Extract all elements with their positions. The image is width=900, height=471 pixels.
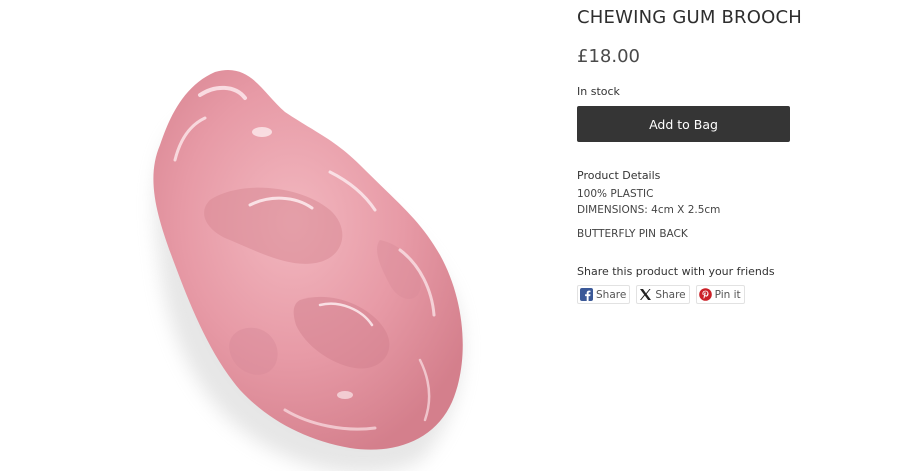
pinterest-icon bbox=[698, 288, 712, 301]
stock-status: In stock bbox=[577, 85, 620, 98]
product-price: £18.00 bbox=[577, 46, 640, 67]
detail-material: 100% PLASTIC bbox=[577, 188, 654, 200]
facebook-share-button[interactable]: Share bbox=[577, 285, 631, 304]
share-heading: Share this product with your friends bbox=[577, 265, 775, 278]
pinterest-pin-button[interactable]: Pin it bbox=[695, 285, 745, 304]
add-to-bag-button[interactable]: Add to Bag bbox=[577, 106, 790, 142]
facebook-share-label: Share bbox=[596, 288, 627, 301]
facebook-icon bbox=[580, 288, 593, 301]
pinterest-pin-label: Pin it bbox=[714, 288, 741, 301]
x-share-button[interactable]: Share bbox=[636, 285, 690, 304]
x-icon bbox=[639, 288, 652, 301]
detail-dimensions: DIMENSIONS: 4cm X 2.5cm bbox=[577, 204, 721, 216]
product-image[interactable] bbox=[0, 0, 560, 471]
share-buttons: Share Share Pin it bbox=[577, 285, 745, 304]
detail-pin-back: BUTTERFLY PIN BACK bbox=[577, 228, 688, 240]
product-details-heading: Product Details bbox=[577, 169, 661, 182]
x-share-label: Share bbox=[655, 288, 686, 301]
product-title: CHEWING GUM BROOCH bbox=[577, 7, 802, 28]
gum-brooch-illustration bbox=[153, 70, 463, 471]
product-page: CHEWING GUM BROOCH £18.00 In stock Add t… bbox=[0, 0, 900, 471]
